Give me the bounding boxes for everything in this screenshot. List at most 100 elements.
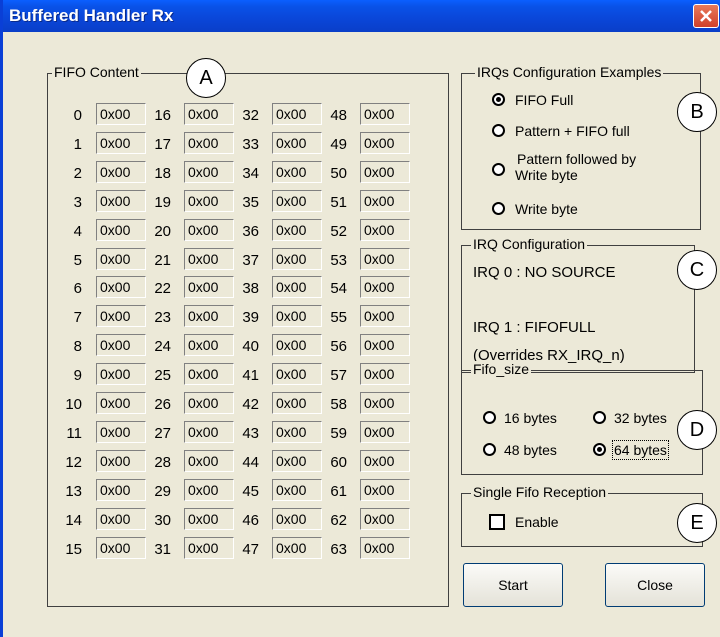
fifo-value-field: 0x00 xyxy=(272,132,322,154)
fifo-index-label: 26 xyxy=(154,396,171,413)
fifo-index-label: 38 xyxy=(242,280,259,297)
fifo-value-field: 0x00 xyxy=(184,421,234,443)
fifo-index-label: 51 xyxy=(330,194,347,211)
fifo-value-field: 0x00 xyxy=(272,276,322,298)
fifo-value-field: 0x00 xyxy=(360,450,410,472)
fifo-value-field: 0x00 xyxy=(96,190,146,212)
fifo-index-label: 34 xyxy=(242,165,259,182)
fifo-value-field: 0x00 xyxy=(184,190,234,212)
fifo-index-label: 8 xyxy=(73,338,82,355)
fifo-index-label: 14 xyxy=(65,512,82,529)
fifo-index-label: 3 xyxy=(73,194,82,211)
start-button[interactable]: Start xyxy=(463,563,563,607)
radio-pattern-fifo-full[interactable] xyxy=(492,124,505,137)
fifo-index-label: 10 xyxy=(65,396,82,413)
radio-16-bytes[interactable] xyxy=(483,411,496,424)
fifo-index-label: 33 xyxy=(242,136,259,153)
callout-d: D xyxy=(677,410,717,450)
fifo-value-field: 0x00 xyxy=(184,508,234,530)
fifo-index-label: 63 xyxy=(330,541,347,558)
fifo-value-field: 0x00 xyxy=(272,190,322,212)
enable-checkbox[interactable] xyxy=(489,514,505,530)
enable-checkbox-label: Enable xyxy=(515,514,559,530)
radio-write-byte[interactable] xyxy=(492,202,505,215)
radio-pattern-followed-write-byte[interactable] xyxy=(492,163,505,176)
fifo-index-label: 36 xyxy=(242,223,259,240)
fifo-value-field: 0x00 xyxy=(184,103,234,125)
fifo-value-field: 0x00 xyxy=(360,305,410,327)
close-button[interactable]: Close xyxy=(605,563,705,607)
fifo-value-field: 0x00 xyxy=(272,421,322,443)
irq0-status: IRQ 0 : NO SOURCE xyxy=(473,264,616,281)
radio-fifo-full-label: FIFO Full xyxy=(515,92,574,108)
fifo-index-label: 11 xyxy=(66,425,82,442)
fifo-value-field: 0x00 xyxy=(360,421,410,443)
fifo-value-field: 0x00 xyxy=(96,392,146,414)
fifo-size-label: Fifo_size xyxy=(471,361,532,377)
radio-16-bytes-label: 16 bytes xyxy=(504,410,557,426)
fifo-value-field: 0x00 xyxy=(184,219,234,241)
radio-pattern-followed-label-line1: Pattern followed by xyxy=(517,151,637,167)
close-window-button[interactable] xyxy=(693,4,719,28)
fifo-index-label: 40 xyxy=(242,338,259,355)
fifo-index-label: 22 xyxy=(154,280,171,297)
fifo-index-label: 23 xyxy=(154,309,171,326)
radio-64-bytes[interactable] xyxy=(593,443,606,456)
fifo-value-field: 0x00 xyxy=(360,190,410,212)
fifo-index-label: 39 xyxy=(242,309,259,326)
radio-48-bytes[interactable] xyxy=(483,443,496,456)
fifo-value-field: 0x00 xyxy=(272,161,322,183)
fifo-value-field: 0x00 xyxy=(96,508,146,530)
fifo-value-field: 0x00 xyxy=(184,479,234,501)
fifo-index-label: 9 xyxy=(73,367,82,384)
fifo-index-label: 21 xyxy=(154,252,171,269)
fifo-value-field: 0x00 xyxy=(96,537,146,559)
fifo-index-label: 19 xyxy=(154,194,171,211)
fifo-index-label: 54 xyxy=(330,280,347,297)
fifo-value-field: 0x00 xyxy=(184,392,234,414)
fifo-index-label: 58 xyxy=(330,396,347,413)
fifo-value-field: 0x00 xyxy=(272,103,322,125)
fifo-index-label: 45 xyxy=(242,483,259,500)
irq1-status: IRQ 1 : FIFOFULL xyxy=(473,319,596,336)
fifo-index-label: 31 xyxy=(154,541,171,558)
fifo-value-field: 0x00 xyxy=(272,479,322,501)
fifo-index-label: 18 xyxy=(154,165,171,182)
fifo-index-label: 13 xyxy=(65,483,82,500)
irq-examples-label: IRQs Configuration Examples xyxy=(475,64,664,80)
fifo-value-field: 0x00 xyxy=(360,479,410,501)
radio-64-bytes-label: 64 bytes xyxy=(612,440,669,460)
fifo-value-field: 0x00 xyxy=(272,450,322,472)
fifo-value-field: 0x00 xyxy=(184,363,234,385)
fifo-value-field: 0x00 xyxy=(272,334,322,356)
fifo-value-field: 0x00 xyxy=(272,537,322,559)
fifo-value-field: 0x00 xyxy=(96,421,146,443)
fifo-value-field: 0x00 xyxy=(272,508,322,530)
fifo-index-label: 4 xyxy=(73,223,82,240)
fifo-index-label: 59 xyxy=(330,425,347,442)
fifo-index-label: 56 xyxy=(330,338,347,355)
fifo-value-field: 0x00 xyxy=(360,363,410,385)
fifo-value-field: 0x00 xyxy=(360,248,410,270)
fifo-index-label: 1 xyxy=(73,136,82,153)
fifo-index-label: 30 xyxy=(154,512,171,529)
fifo-index-label: 61 xyxy=(330,483,347,500)
callout-e: E xyxy=(677,503,717,543)
fifo-index-label: 46 xyxy=(242,512,259,529)
radio-48-bytes-label: 48 bytes xyxy=(504,442,557,458)
radio-fifo-full[interactable] xyxy=(492,93,505,106)
callout-a: A xyxy=(186,58,226,98)
fifo-value-field: 0x00 xyxy=(96,334,146,356)
fifo-value-field: 0x00 xyxy=(96,161,146,183)
fifo-index-label: 49 xyxy=(330,136,347,153)
fifo-index-label: 37 xyxy=(242,252,259,269)
fifo-value-field: 0x00 xyxy=(360,276,410,298)
irq-configuration-label: IRQ Configuration xyxy=(471,236,588,252)
fifo-index-label: 48 xyxy=(330,107,347,124)
fifo-index-label: 16 xyxy=(154,107,171,124)
fifo-index-label: 25 xyxy=(154,367,171,384)
fifo-index-label: 44 xyxy=(242,454,259,471)
fifo-index-label: 35 xyxy=(242,194,259,211)
radio-32-bytes[interactable] xyxy=(593,411,606,424)
title-bar[interactable]: Buffered Handler Rx xyxy=(3,0,720,32)
